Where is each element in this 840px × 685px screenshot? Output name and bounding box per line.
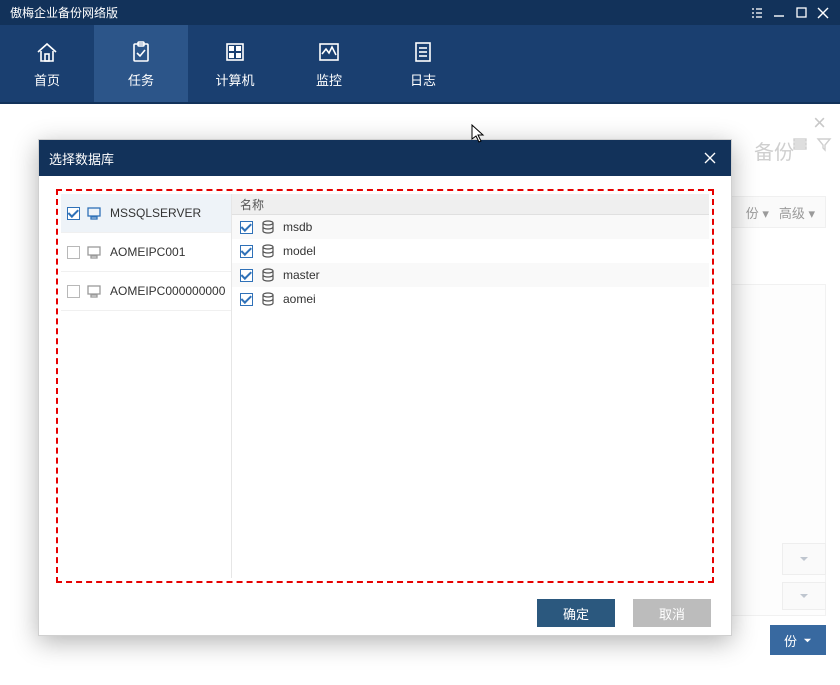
database-checkbox[interactable]: [240, 269, 253, 282]
database-checkbox[interactable]: [240, 221, 253, 234]
bg-dropdown-a[interactable]: 份 ▾: [746, 203, 769, 222]
server-name: AOMEIPC001: [110, 245, 185, 259]
nav-tasks[interactable]: 任务: [94, 25, 188, 102]
server-icon: [87, 206, 103, 220]
panel-close-icon[interactable]: ×: [813, 110, 826, 136]
nav-computers[interactable]: 计算机: [188, 25, 282, 102]
window-maximize-button[interactable]: [790, 2, 812, 24]
server-row[interactable]: AOMEIPC001: [61, 233, 231, 272]
monitor-icon: [315, 38, 343, 66]
nav-label: 首页: [34, 70, 60, 89]
chevron-down-icon: [803, 636, 812, 645]
database-row[interactable]: msdb: [232, 215, 709, 239]
ok-button[interactable]: 确定: [537, 599, 615, 627]
nav-monitor[interactable]: 监控: [282, 25, 376, 102]
dialog-close-button[interactable]: [699, 147, 721, 169]
server-icon: [87, 245, 103, 259]
window-close-button[interactable]: [812, 2, 834, 24]
nav-home[interactable]: 首页: [0, 25, 94, 102]
nav-label: 计算机: [215, 70, 254, 89]
content-area: × 备份 份 ▾ 高级 ▾: [0, 104, 840, 685]
nav-label: 监控: [316, 70, 342, 89]
dialog-title: 选择数据库: [49, 149, 114, 168]
database-icon: [260, 244, 276, 258]
background-action-button[interactable]: 份: [770, 625, 826, 655]
clipboard-check-icon: [127, 38, 155, 66]
nav-label: 任务: [128, 70, 154, 89]
windows-icon: [221, 38, 249, 66]
panel-title-fragment: 备份: [754, 136, 794, 165]
main-navbar: 首页 任务 计算机 监控: [0, 25, 840, 104]
select-database-dialog: 选择数据库 MSSQLSERVER: [38, 139, 732, 636]
server-icon: [87, 284, 103, 298]
list-icon[interactable]: [792, 136, 808, 157]
database-checkbox[interactable]: [240, 245, 253, 258]
server-checkbox[interactable]: [67, 246, 80, 259]
menu-list-icon[interactable]: [746, 2, 768, 24]
database-row[interactable]: master: [232, 263, 709, 287]
bg-dropdown-b[interactable]: 高级 ▾: [779, 203, 815, 222]
cancel-button[interactable]: 取消: [633, 599, 711, 627]
server-list-pane: MSSQLSERVER AOMEIPC001: [61, 194, 232, 578]
background-dropdown-1[interactable]: [782, 543, 826, 575]
background-dropdown-2[interactable]: [782, 582, 826, 610]
server-checkbox[interactable]: [67, 285, 80, 298]
database-name: master: [283, 268, 320, 282]
dialog-footer: 确定 取消: [39, 591, 731, 635]
window-minimize-button[interactable]: [768, 2, 790, 24]
server-name: MSSQLSERVER: [110, 206, 201, 220]
database-list-pane: 名称 msdb: [232, 194, 709, 578]
database-icon: [260, 268, 276, 282]
database-icon: [260, 220, 276, 234]
log-icon: [409, 38, 437, 66]
server-row[interactable]: MSSQLSERVER: [61, 194, 231, 233]
app-title: 傲梅企业备份网络版: [10, 4, 118, 21]
bg-action-label: 份: [784, 631, 797, 650]
background-action-bar: 份: [770, 625, 826, 655]
server-checkbox[interactable]: [67, 207, 80, 220]
database-checkbox[interactable]: [240, 293, 253, 306]
database-row[interactable]: aomei: [232, 287, 709, 311]
nav-label: 日志: [410, 70, 436, 89]
ok-label: 确定: [563, 604, 589, 623]
app-titlebar: 傲梅企业备份网络版: [0, 0, 840, 25]
database-name: model: [283, 244, 316, 258]
filter-icon[interactable]: [816, 136, 832, 157]
panel-toolbar-icons: [792, 136, 832, 157]
database-row[interactable]: model: [232, 239, 709, 263]
home-icon: [33, 38, 61, 66]
database-icon: [260, 292, 276, 306]
column-header-name: 名称: [232, 194, 709, 215]
nav-logs[interactable]: 日志: [376, 25, 470, 102]
server-row[interactable]: AOMEIPC000000000: [61, 272, 231, 311]
database-name: msdb: [283, 220, 312, 234]
server-name: AOMEIPC000000000: [110, 284, 225, 298]
dialog-body: MSSQLSERVER AOMEIPC001: [56, 189, 714, 583]
cancel-label: 取消: [659, 604, 685, 623]
database-name: aomei: [283, 292, 316, 306]
dialog-titlebar: 选择数据库: [39, 140, 731, 176]
